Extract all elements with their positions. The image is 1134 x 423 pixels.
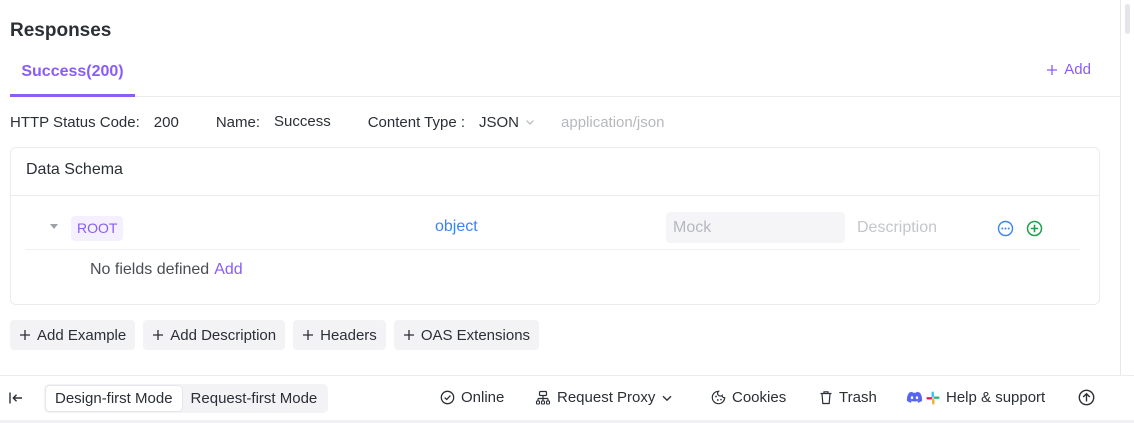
online-status[interactable]: Online bbox=[440, 389, 504, 406]
status-code-value[interactable]: 200 bbox=[154, 114, 179, 131]
add-field-link[interactable]: Add bbox=[214, 261, 242, 278]
section-title: Responses bbox=[10, 20, 112, 41]
add-response-button[interactable]: Add bbox=[1046, 61, 1091, 78]
add-description-button[interactable]: Add Description bbox=[143, 320, 286, 350]
add-example-label: Add Example bbox=[37, 326, 127, 344]
caret-down-icon[interactable] bbox=[50, 224, 58, 229]
help-support-label: Help & support bbox=[946, 389, 1046, 406]
root-node-label[interactable]: ROOT bbox=[71, 216, 124, 241]
data-schema-title: Data Schema bbox=[11, 148, 1099, 196]
headers-label: Headers bbox=[320, 326, 377, 344]
content-type-select[interactable]: JSON bbox=[479, 114, 535, 131]
mock-input[interactable] bbox=[666, 212, 845, 243]
trash-button[interactable]: Trash bbox=[819, 389, 877, 406]
add-circle-icon[interactable] bbox=[1026, 220, 1043, 237]
request-proxy-label: Request Proxy bbox=[557, 389, 656, 406]
response-panel: Responses Success(200) Add HTTP Status C… bbox=[0, 0, 1120, 375]
description-input[interactable] bbox=[857, 212, 987, 243]
more-icon[interactable] bbox=[997, 220, 1014, 237]
status-code-label: HTTP Status Code: bbox=[10, 113, 140, 131]
oas-extensions-button[interactable]: OAS Extensions bbox=[393, 320, 540, 350]
slack-icon bbox=[926, 391, 940, 405]
plus-icon bbox=[153, 330, 164, 340]
trash-label: Trash bbox=[839, 389, 877, 406]
plus-icon bbox=[303, 330, 314, 340]
add-example-button[interactable]: Add Example bbox=[10, 320, 136, 350]
collapse-sidebar-icon[interactable] bbox=[8, 390, 24, 406]
response-meta: HTTP Status Code: 200 Name: Success Cont… bbox=[10, 111, 664, 133]
online-label: Online bbox=[461, 389, 505, 406]
proxy-icon bbox=[535, 390, 551, 405]
plus-icon bbox=[20, 330, 30, 340]
plus-icon bbox=[403, 330, 414, 340]
chevron-down-icon bbox=[526, 120, 534, 125]
online-check-icon bbox=[440, 390, 455, 405]
help-support-button[interactable]: Help & support bbox=[906, 389, 1045, 406]
empty-schema-message: No fields defined Add bbox=[90, 261, 243, 279]
add-response-label: Add bbox=[1064, 61, 1091, 78]
name-value[interactable]: Success bbox=[274, 113, 331, 130]
content-type-mime: application/json bbox=[561, 113, 665, 131]
oas-extensions-label: OAS Extensions bbox=[420, 326, 531, 344]
tab-success[interactable]: Success(200) bbox=[10, 56, 135, 97]
response-tabs: Success(200) Add bbox=[10, 56, 1120, 97]
data-schema-panel: Data Schema ROOT object No fields define… bbox=[10, 147, 1100, 305]
schema-root-row: ROOT object bbox=[25, 208, 1080, 250]
request-proxy-menu[interactable]: Request Proxy bbox=[535, 389, 673, 406]
content-type-label: Content Type : bbox=[367, 113, 465, 131]
content-type-value: JSON bbox=[479, 113, 520, 131]
design-first-mode-tab[interactable]: Design-first Mode bbox=[46, 386, 182, 411]
root-type[interactable]: object bbox=[435, 218, 478, 236]
scrollbar-thumb[interactable] bbox=[1125, 4, 1130, 34]
discord-icon bbox=[906, 391, 923, 403]
upload-arrow-icon[interactable] bbox=[1078, 389, 1095, 406]
response-actions: Add Example Add Description Headers OAS … bbox=[10, 320, 540, 350]
cookies-button[interactable]: Cookies bbox=[711, 389, 786, 406]
status-footer: Design-first Mode Request-first Mode Onl… bbox=[0, 375, 1134, 420]
mode-switch: Design-first Mode Request-first Mode bbox=[44, 384, 329, 413]
name-label: Name: bbox=[215, 113, 260, 131]
cookie-icon bbox=[711, 390, 726, 405]
vertical-scrollbar[interactable] bbox=[1120, 0, 1134, 375]
chevron-down-icon bbox=[662, 395, 672, 401]
headers-button[interactable]: Headers bbox=[293, 320, 386, 350]
trash-icon bbox=[820, 391, 832, 405]
empty-schema-text: No fields defined bbox=[90, 261, 210, 278]
request-first-mode-tab[interactable]: Request-first Mode bbox=[182, 386, 327, 411]
add-description-label: Add Description bbox=[170, 326, 277, 344]
cookies-label: Cookies bbox=[732, 389, 787, 406]
plus-icon bbox=[1047, 64, 1058, 75]
